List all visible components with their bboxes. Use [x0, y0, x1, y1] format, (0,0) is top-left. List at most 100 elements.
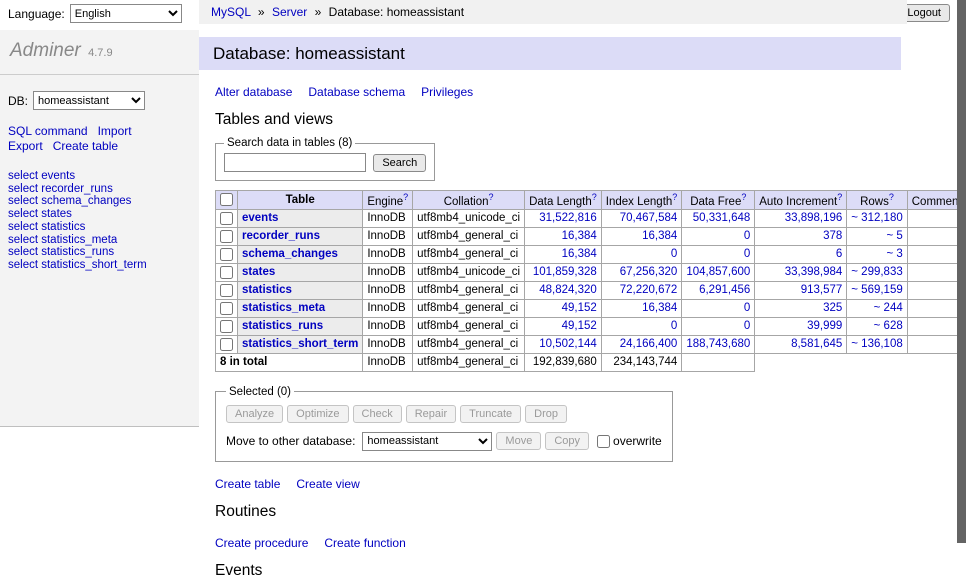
sidebar-item-select-events[interactable]: select events	[8, 170, 191, 183]
selected-truncate-button[interactable]: Truncate	[460, 405, 521, 423]
sidebar-command-row: SQL command Import	[8, 124, 191, 139]
row-checkbox[interactable]	[220, 320, 233, 333]
sidebar-item-select-statistics[interactable]: select statistics	[8, 221, 191, 234]
rows-count-link[interactable]: ~ 569,159	[851, 284, 902, 296]
index-length-cell: 0	[601, 245, 682, 263]
vertical-scrollbar[interactable]	[957, 0, 966, 543]
total-data-length-cell: 192,839,680	[525, 353, 602, 371]
copy-button[interactable]: Copy	[545, 432, 589, 450]
help-link[interactable]: ?	[837, 192, 842, 202]
selected-check-button[interactable]: Check	[353, 405, 402, 423]
overwrite-label: overwrite	[613, 434, 662, 448]
app-version: 4.7.9	[88, 47, 112, 59]
data-length-cell: 31,522,816	[525, 209, 602, 227]
data-free-cell: 0	[682, 317, 755, 335]
table-link-statistics-short-term[interactable]: statistics_short_term	[242, 338, 358, 350]
total-engine-cell: InnoDB	[363, 353, 413, 371]
sidebar-link-create-table[interactable]: Create table	[53, 139, 118, 153]
engine-cell: InnoDB	[363, 299, 413, 317]
language-label: Language:	[8, 7, 65, 21]
row-checkbox[interactable]	[220, 230, 233, 243]
sidebar-item-select-states[interactable]: select states	[8, 208, 191, 221]
data-free-cell: 6,291,456	[682, 281, 755, 299]
row-checkbox[interactable]	[220, 248, 233, 261]
row-select-cell	[216, 317, 238, 335]
action-link-database-schema[interactable]: Database schema	[308, 85, 405, 99]
table-link-statistics-runs[interactable]: statistics_runs	[242, 320, 323, 332]
column-header-index-length: Index Length?	[601, 191, 682, 210]
row-checkbox[interactable]	[220, 284, 233, 297]
column-header-auto-increment: Auto Increment?	[755, 191, 847, 210]
rows-count-link[interactable]: ~ 136,108	[851, 338, 902, 350]
column-header-collation: Collation?	[413, 191, 525, 210]
table-link-states[interactable]: states	[242, 266, 275, 278]
sidebar-item-select-schema-changes[interactable]: select schema_changes	[8, 195, 191, 208]
data-free-cell: 0	[682, 245, 755, 263]
rows-count-link[interactable]: ~ 299,833	[851, 266, 902, 278]
rows-cell: ~ 5	[847, 227, 907, 245]
row-checkbox[interactable]	[220, 266, 233, 279]
row-checkbox[interactable]	[220, 338, 233, 351]
rows-count-link[interactable]: ~ 312,180	[851, 212, 902, 224]
search-legend: Search data in tables (8)	[224, 137, 355, 149]
table-link-schema-changes[interactable]: schema_changes	[242, 248, 338, 260]
table-link-recorder-runs[interactable]: recorder_runs	[242, 230, 320, 242]
index-length-cell: 70,467,584	[601, 209, 682, 227]
data-free-cell: 50,331,648	[682, 209, 755, 227]
selected-analyze-button[interactable]: Analyze	[226, 405, 283, 423]
overwrite-checkbox[interactable]	[597, 435, 610, 448]
help-link[interactable]: ?	[403, 192, 408, 202]
auto-increment-cell: 325	[755, 299, 847, 317]
index-length-cell: 16,384	[601, 299, 682, 317]
sidebar-link-import[interactable]: Import	[98, 124, 132, 138]
scrollbar-thumb[interactable]	[957, 0, 966, 543]
app-title-block: Adminer 4.7.9	[0, 30, 199, 75]
engine-cell: InnoDB	[363, 317, 413, 335]
create-link-create-view[interactable]: Create view	[296, 477, 359, 491]
action-link-privileges[interactable]: Privileges	[421, 85, 473, 99]
column-header-table: Table	[238, 191, 363, 210]
rows-count-link[interactable]: ~ 5	[886, 230, 902, 242]
table-row-recorder-runs: recorder_runsInnoDButf8mb4_general_ci16,…	[216, 227, 966, 245]
help-link[interactable]: ?	[592, 192, 597, 202]
search-input[interactable]	[224, 153, 366, 172]
row-checkbox[interactable]	[220, 302, 233, 315]
breadcrumb-mysql-link[interactable]: MySQL	[211, 5, 251, 19]
rows-count-link[interactable]: ~ 628	[874, 320, 903, 332]
table-link-events[interactable]: events	[242, 212, 278, 224]
create-link-create-table[interactable]: Create table	[215, 477, 280, 491]
table-link-statistics-meta[interactable]: statistics_meta	[242, 302, 325, 314]
adminer-logo-link[interactable]: Adminer	[10, 40, 81, 61]
sidebar-item-select-statistics-meta[interactable]: select statistics_meta	[8, 234, 191, 247]
help-link[interactable]: ?	[889, 192, 894, 202]
sidebar-link-sql-command[interactable]: SQL command	[8, 124, 88, 138]
sidebar-item-select-statistics-short-term[interactable]: select statistics_short_term	[8, 259, 191, 272]
row-select-cell	[216, 227, 238, 245]
selected-drop-button[interactable]: Drop	[525, 405, 567, 423]
move-button[interactable]: Move	[496, 432, 541, 450]
help-link[interactable]: ?	[488, 192, 493, 202]
rows-cell: ~ 244	[847, 299, 907, 317]
search-button[interactable]: Search	[373, 154, 426, 172]
breadcrumb-server-link[interactable]: Server	[272, 5, 307, 19]
language-select[interactable]: English	[70, 4, 182, 23]
selected-optimize-button[interactable]: Optimize	[287, 405, 348, 423]
move-db-select[interactable]: homeassistant	[362, 432, 492, 451]
help-link[interactable]: ?	[672, 192, 677, 202]
db-select[interactable]: homeassistant	[33, 91, 145, 110]
sidebar-item-select-statistics-runs[interactable]: select statistics_runs	[8, 246, 191, 259]
selected-repair-button[interactable]: Repair	[406, 405, 456, 423]
index-length-cell: 0	[601, 317, 682, 335]
table-row-statistics-meta: statistics_metaInnoDButf8mb4_general_ci4…	[216, 299, 966, 317]
action-link-alter-database[interactable]: Alter database	[215, 85, 292, 99]
row-checkbox[interactable]	[220, 212, 233, 225]
help-link[interactable]: ?	[741, 192, 746, 202]
sidebar-item-select-recorder-runs[interactable]: select recorder_runs	[8, 183, 191, 196]
rows-count-link[interactable]: ~ 3	[886, 248, 902, 260]
table-link-statistics[interactable]: statistics	[242, 284, 292, 296]
select-all-checkbox[interactable]	[220, 193, 233, 206]
rows-count-link[interactable]: ~ 244	[874, 302, 903, 314]
sidebar-link-export[interactable]: Export	[8, 139, 43, 153]
total-label-cell: 8 in total	[216, 353, 363, 371]
rows-cell: ~ 136,108	[847, 335, 907, 353]
